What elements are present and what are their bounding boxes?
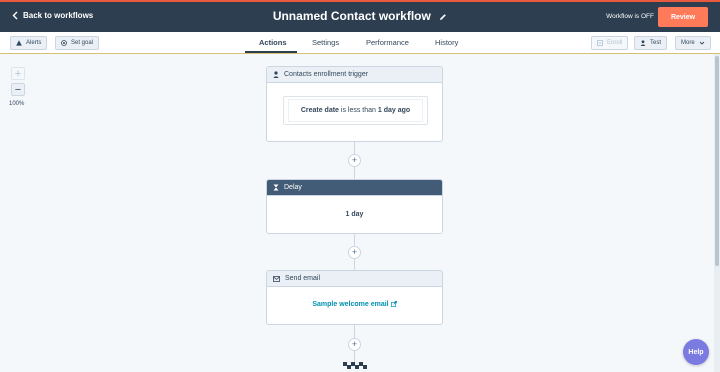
tab-settings[interactable]: Settings <box>312 38 339 47</box>
external-link-icon <box>390 301 397 307</box>
tab-actions[interactable]: Actions <box>259 38 287 47</box>
delay-card-title: Delay <box>284 184 302 191</box>
email-name: Sample welcome email <box>312 301 389 308</box>
trigger-card-title: Contacts enrollment trigger <box>284 71 369 78</box>
vertical-scrollbar[interactable] <box>714 54 720 372</box>
zoom-level: 100% <box>9 101 25 107</box>
tab-bar-accent-line <box>0 53 720 54</box>
add-action-button[interactable]: + <box>348 154 361 167</box>
more-button[interactable]: More <box>675 36 711 50</box>
enrollment-trigger-card[interactable]: Contacts enrollment trigger Create date … <box>266 66 443 142</box>
enroll-icon <box>597 40 603 46</box>
criteria-field: Create date <box>300 107 339 114</box>
review-button[interactable]: Review <box>658 7 708 27</box>
trigger-criteria-box[interactable]: Create date is less than 1 day ago <box>283 96 428 125</box>
person-icon <box>640 40 646 46</box>
more-label: More <box>681 40 695 46</box>
tab-performance[interactable]: Performance <box>366 38 409 47</box>
tab-history[interactable]: History <box>435 38 458 47</box>
add-action-button[interactable]: + <box>348 246 361 259</box>
delay-card[interactable]: Delay 1 day <box>266 179 443 234</box>
chevron-down-icon <box>699 41 704 45</box>
delay-value: 1 day <box>345 211 364 218</box>
tab-bar: Alerts Set goal Actions Settings Perform… <box>0 32 720 54</box>
delay-card-header: Delay <box>267 180 442 196</box>
alerts-label: Alerts <box>26 40 42 46</box>
enroll-button[interactable]: Enroll <box>591 36 629 50</box>
pencil-icon[interactable] <box>439 10 447 24</box>
zoom-in-button[interactable]: + <box>11 67 25 80</box>
top-bar: Back to workflows Unnamed Contact workfl… <box>0 0 720 32</box>
workflow-end-marker <box>343 362 367 369</box>
enroll-label: Enroll <box>607 40 623 46</box>
criteria-value: 1 day ago <box>377 107 411 114</box>
workflow-status: Workflow is OFF <box>606 13 654 20</box>
test-label: Test <box>650 40 662 46</box>
set-goal-label: Set goal <box>71 40 94 46</box>
trigger-card-header: Contacts enrollment trigger <box>267 67 442 83</box>
email-link[interactable]: Sample welcome email <box>312 301 397 308</box>
scrollbar-thumb[interactable] <box>715 56 719 266</box>
trigger-criteria: Create date is less than 1 day ago <box>288 99 423 122</box>
contact-icon <box>273 71 279 78</box>
set-goal-button[interactable]: Set goal <box>55 36 100 50</box>
send-email-card-title: Send email <box>285 275 321 282</box>
zoom-out-button[interactable]: − <box>11 83 25 96</box>
email-link-row: Sample welcome email <box>267 301 442 308</box>
send-email-card-header: Send email <box>267 271 442 287</box>
test-button[interactable]: Test <box>634 36 668 50</box>
help-button[interactable]: Help <box>683 339 709 365</box>
add-action-button[interactable]: + <box>348 338 361 351</box>
workflow-title-text: Unnamed Contact workflow <box>272 9 431 23</box>
target-icon <box>61 40 67 46</box>
warning-icon <box>16 40 22 46</box>
criteria-operator: is less than <box>340 107 376 114</box>
send-email-card[interactable]: Send email Sample welcome email <box>266 270 443 325</box>
alerts-button[interactable]: Alerts <box>10 36 48 50</box>
envelope-icon <box>273 275 280 282</box>
hourglass-icon <box>273 184 279 191</box>
